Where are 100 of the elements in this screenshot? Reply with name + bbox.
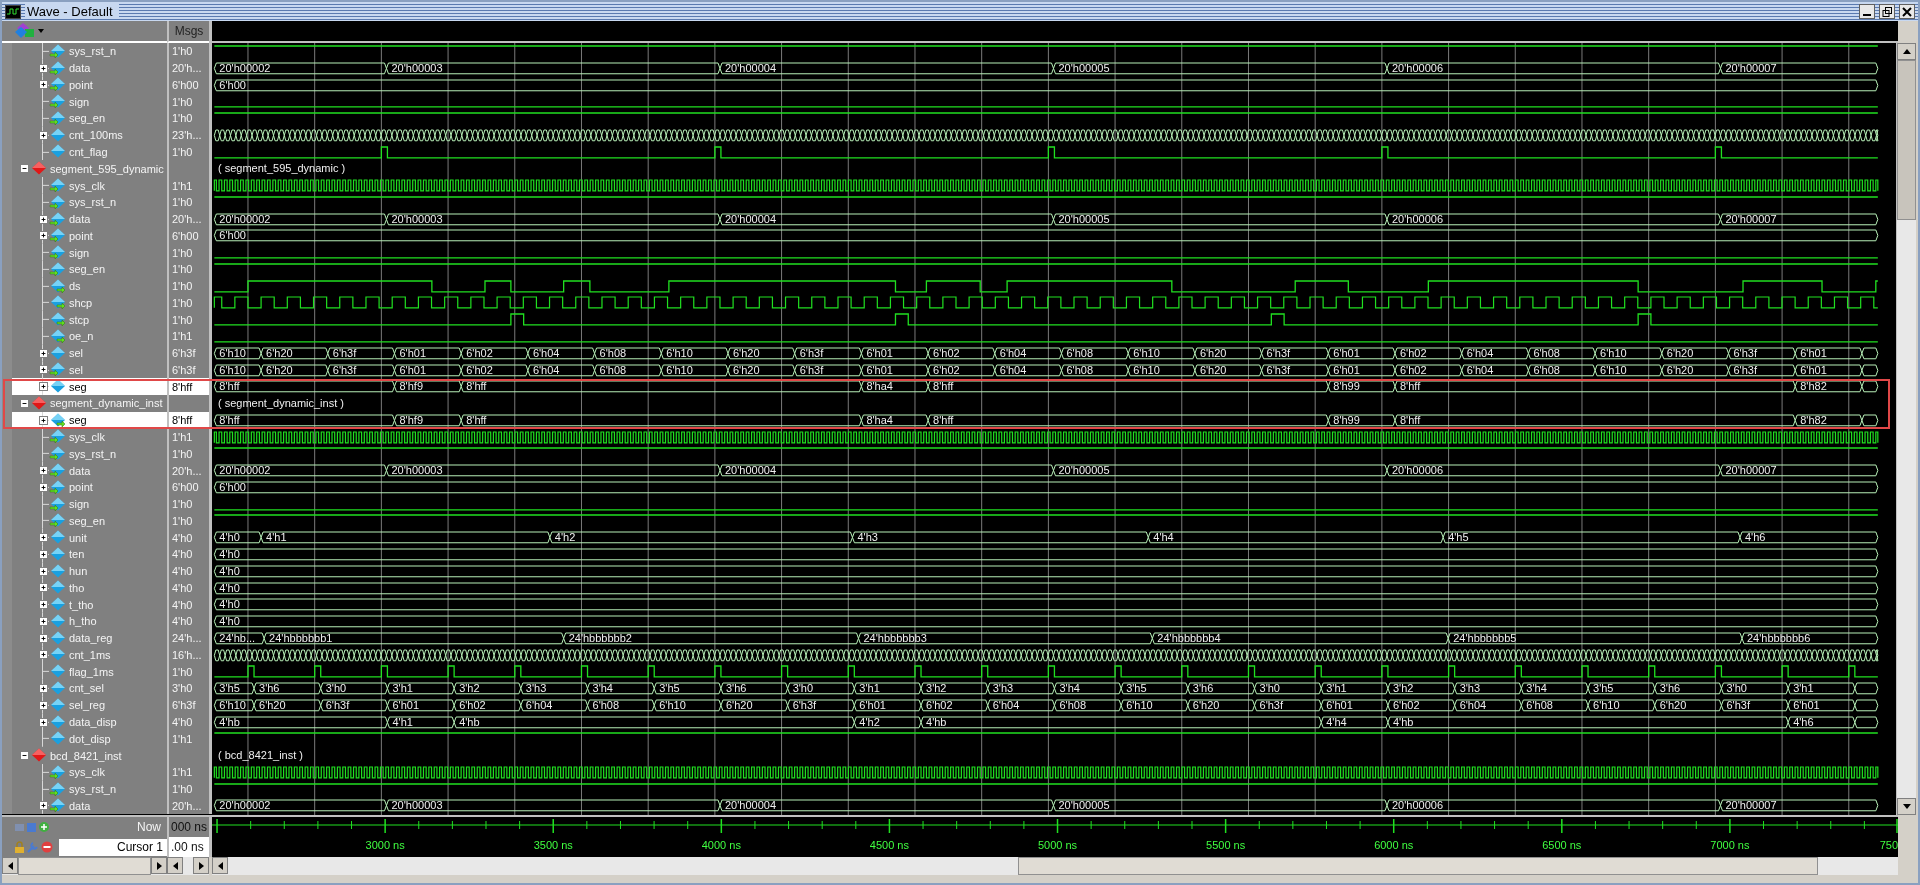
expand-icon[interactable]: [38, 365, 48, 375]
remove-icon[interactable]: [41, 841, 53, 853]
scroll-down-button[interactable]: [1897, 798, 1916, 815]
scroll-left-button[interactable]: [2, 857, 18, 874]
expand-icon[interactable]: [38, 801, 48, 811]
expand-icon[interactable]: [38, 683, 48, 693]
instance-label: ( bcd_8421_inst ): [218, 748, 303, 764]
horizontal-scrollbar[interactable]: [212, 857, 1898, 875]
expand-icon[interactable]: [38, 700, 48, 710]
bus-value: 4'h5: [1448, 530, 1469, 546]
bus-value: 8'hff: [933, 379, 954, 395]
signal-row[interactable]: unit: [2, 529, 167, 546]
signal-row[interactable]: shcp: [2, 294, 167, 312]
signal-row[interactable]: sign: [2, 93, 167, 111]
scroll-right-button[interactable]: [151, 857, 167, 874]
bus-value: 6'h20: [1666, 362, 1694, 378]
bus-value: 20'h00005: [1058, 463, 1110, 479]
collapse-icon[interactable]: [19, 164, 29, 174]
bus-value: 6'h20: [725, 697, 753, 713]
scroll-left-button[interactable]: [212, 857, 228, 874]
expand-icon[interactable]: [38, 415, 48, 425]
expand-icon[interactable]: [38, 466, 48, 475]
signal-arrow-icon: [49, 245, 66, 261]
signal-row[interactable]: oe_n: [2, 328, 167, 345]
caret-icon: [38, 29, 44, 33]
signal-name: seg_en: [69, 263, 106, 276]
collapse-icon[interactable]: [19, 398, 29, 408]
signal-row[interactable]: t_tho: [2, 596, 167, 614]
expand-icon[interactable]: [38, 600, 48, 610]
signal-row[interactable]: segment_595_dynamic: [2, 160, 167, 178]
bus-value: 6'h01: [866, 362, 893, 378]
bus-value: 6'h3f: [799, 362, 824, 378]
horizontal-scrollbar[interactable]: [167, 857, 209, 875]
signal-arrow-icon: [49, 110, 66, 126]
expand-icon[interactable]: [38, 717, 48, 727]
expand-icon[interactable]: [38, 130, 48, 140]
signal-row[interactable]: stcp: [2, 311, 167, 328]
signal-icon: [49, 697, 66, 713]
expand-icon[interactable]: [38, 63, 48, 73]
bus-value: 6'h20: [266, 345, 293, 361]
signal-name: data: [69, 799, 91, 812]
bus-value: 4'hb: [219, 714, 240, 730]
signal-row[interactable]: flag_1ms: [2, 663, 167, 681]
signal-arrow-icon: [49, 94, 66, 110]
signal-row[interactable]: h_tho: [2, 613, 167, 630]
signal-icon: [49, 630, 66, 646]
scroll-right-button[interactable]: [193, 857, 209, 874]
expand-icon[interactable]: [38, 566, 48, 576]
expand-icon[interactable]: [38, 231, 48, 241]
signal-row[interactable]: sys_rst_n: [2, 445, 167, 463]
value-cell: [167, 395, 209, 412]
bus-value: 20'h00007: [1725, 463, 1777, 479]
signal-row[interactable]: cnt_sel: [2, 680, 167, 697]
bus-value: 6'h01: [859, 697, 886, 713]
restore-button[interactable]: [1879, 4, 1895, 19]
expand-icon[interactable]: [38, 616, 48, 626]
expand-icon[interactable]: [38, 633, 48, 643]
expand-icon[interactable]: [38, 348, 48, 358]
scroll-thumb[interactable]: [1897, 60, 1916, 220]
signal-row[interactable]: seg_en: [2, 110, 167, 127]
signal-name: sys_rst_n: [69, 196, 117, 209]
signal-name: shcp: [69, 296, 93, 309]
signal-row[interactable]: sign: [2, 244, 167, 261]
bus-value: 6'h10: [219, 345, 246, 361]
expand-icon[interactable]: [38, 214, 48, 224]
bus-value: 6'h10: [666, 362, 693, 378]
signal-row[interactable]: segment_dynamic_inst: [2, 395, 167, 412]
signal-row[interactable]: point: [2, 227, 167, 245]
bus-value: 6'h20: [733, 362, 760, 378]
bus-value: 20'h00004: [725, 60, 777, 76]
scroll-left-button[interactable]: [167, 857, 183, 874]
minimize-button[interactable]: [1859, 4, 1875, 19]
signal-row[interactable]: sys_clk: [2, 177, 167, 194]
horizontal-scrollbar[interactable]: [2, 857, 167, 875]
expand-icon[interactable]: [38, 80, 48, 90]
up-arrow-icon: [1902, 49, 1911, 54]
expand-icon[interactable]: [38, 382, 48, 392]
signal-name: hun: [69, 565, 88, 578]
bus-value: 20'h00004: [725, 798, 777, 814]
expand-icon[interactable]: [38, 650, 48, 660]
close-button[interactable]: [1899, 4, 1915, 19]
signal-row[interactable]: bcd_8421_inst: [2, 747, 167, 764]
expand-icon[interactable]: [38, 482, 48, 492]
expand-icon[interactable]: [38, 549, 48, 559]
expand-icon[interactable]: [38, 533, 48, 543]
bus-value: 4'h0: [219, 546, 240, 562]
tools-menu-button[interactable]: [14, 22, 44, 40]
cursor-name-field[interactable]: Cursor 1: [59, 838, 167, 856]
bus-value: 6'h10: [1600, 362, 1627, 378]
scroll-up-button[interactable]: [1897, 43, 1916, 60]
signal-row[interactable]: data: [2, 462, 167, 479]
signal-row[interactable]: seg_en: [2, 512, 167, 530]
expand-icon[interactable]: [38, 583, 48, 593]
bus-value: 6'h01: [399, 345, 427, 361]
signal-name: sel_reg: [69, 699, 106, 712]
collapse-icon[interactable]: [19, 751, 29, 761]
signal-row[interactable]: dot_disp: [2, 730, 167, 748]
down-arrow-icon: [1902, 804, 1911, 809]
signal-row[interactable]: data: [2, 797, 167, 815]
signal-row[interactable]: sys_rst_n: [2, 43, 167, 60]
